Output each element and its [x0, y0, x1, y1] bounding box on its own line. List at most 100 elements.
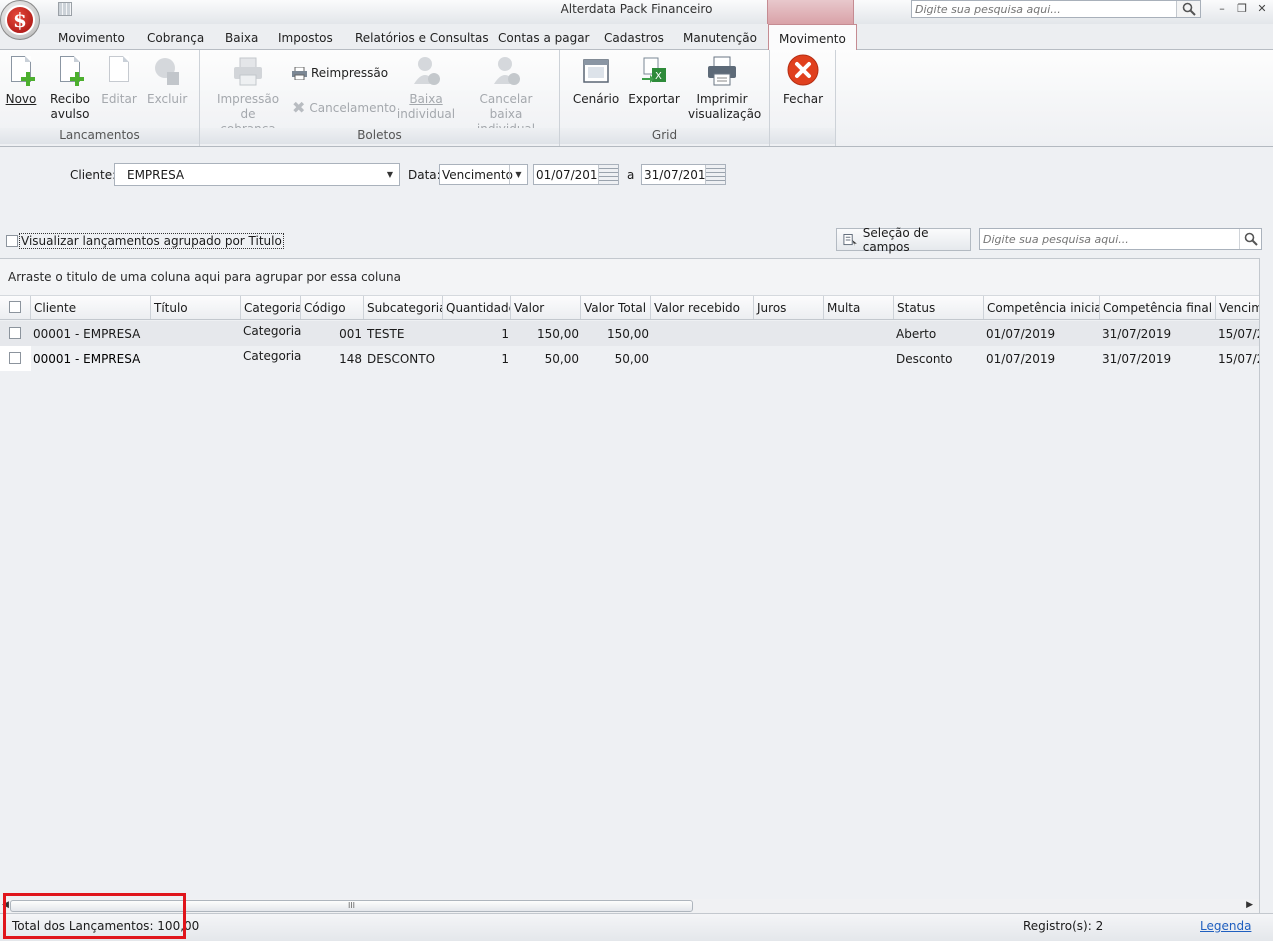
- chevron-down-icon[interactable]: ▼: [381, 164, 399, 185]
- baixa-individual-button[interactable]: Baixa individual: [396, 54, 456, 122]
- table-row[interactable]: 00001 - EMPRESA Categoria 001 TESTE 1 15…: [0, 321, 1259, 346]
- group-by-panel[interactable]: Arraste o titulo de uma coluna aqui para…: [0, 259, 1259, 296]
- cenario-button[interactable]: Cenário: [572, 54, 620, 107]
- reimpressao-button[interactable]: Reimpressão: [292, 66, 388, 80]
- cell-competencia-final: 31/07/2019: [1102, 327, 1172, 341]
- col-header-competencia-inicial[interactable]: Competência inicial: [984, 296, 1100, 319]
- tab-movimento[interactable]: Movimento: [58, 31, 125, 45]
- select-all-checkbox[interactable]: [9, 301, 21, 313]
- baixa-label-1: Baixa: [409, 92, 443, 106]
- date-from-input[interactable]: 01/07/2019: [533, 164, 619, 185]
- printer-icon: [232, 54, 264, 88]
- cancelamento-button[interactable]: ✖ Cancelamento: [292, 98, 396, 117]
- user-check-icon: [410, 54, 442, 88]
- tab-cadastros[interactable]: Cadastros: [604, 31, 664, 45]
- row-checkbox[interactable]: [9, 327, 21, 339]
- exportar-button[interactable]: X Exportar: [628, 54, 680, 107]
- calendar-icon[interactable]: [598, 165, 618, 184]
- col-header-status[interactable]: Status: [894, 296, 984, 319]
- search-icon[interactable]: [1239, 229, 1261, 249]
- tab-cobranca[interactable]: Cobrança: [147, 31, 204, 45]
- novo-label: Novo: [5, 92, 37, 106]
- group-label-lancamentos: Lancamentos: [0, 128, 199, 144]
- imprimir-visualizacao-button[interactable]: Imprimir visualização: [688, 54, 762, 122]
- field-selection-label: Seleção de campos: [862, 225, 929, 254]
- close-circle-icon: [787, 54, 819, 88]
- group-lancamentos: Novo Recibo avulso Editar Excluir Lancam…: [0, 50, 200, 146]
- col-header-titulo[interactable]: Título: [151, 296, 241, 319]
- col-header-valor-recebido[interactable]: Valor recebido: [651, 296, 754, 319]
- top-search-input[interactable]: [912, 1, 1176, 17]
- tab-relatorios[interactable]: Relatórios e Consultas: [355, 31, 489, 45]
- date-separator: a: [627, 168, 635, 182]
- imprimir-label-2: visualização: [688, 107, 762, 121]
- novo-button[interactable]: Novo: [4, 54, 38, 107]
- highlight-annotation: [3, 893, 186, 939]
- col-header-valor[interactable]: Valor: [511, 296, 581, 319]
- edit-document-icon: [103, 54, 135, 88]
- cell-competencia-inicial: 01/07/2019: [986, 352, 1056, 366]
- close-icon[interactable]: ✕: [1255, 2, 1269, 15]
- recibo-avulso-button[interactable]: Recibo avulso: [48, 54, 92, 122]
- date-to-input[interactable]: 31/07/2019: [641, 164, 726, 185]
- registros-count: Registro(s): 2: [1023, 919, 1104, 933]
- table-row[interactable]: 00001 - EMPRESA Categoria 148 DESCONTO 1…: [0, 346, 1259, 371]
- chevron-down-icon[interactable]: ▼: [509, 165, 527, 184]
- field-selection-button[interactable]: Seleção de campos: [836, 225, 971, 254]
- col-header-subcategoria[interactable]: Subcategoria: [364, 296, 443, 319]
- minimize-icon[interactable]: –: [1215, 2, 1229, 15]
- horizontal-scrollbar[interactable]: ◀ III ▶: [0, 899, 1259, 913]
- calendar-icon[interactable]: [705, 165, 725, 184]
- tab-manutencao[interactable]: Manutenção: [683, 31, 757, 45]
- restore-icon[interactable]: ❐: [1235, 2, 1249, 15]
- app-menu-button[interactable]: $: [0, 0, 40, 40]
- row-checkbox[interactable]: [9, 352, 21, 364]
- col-header-competencia-final[interactable]: Competência final: [1100, 296, 1216, 319]
- tab-baixa[interactable]: Baixa: [225, 31, 258, 45]
- group-by-title-checkbox[interactable]: [6, 235, 18, 247]
- cell-valor-recebido: [651, 321, 754, 346]
- col-header-categoria[interactable]: Categoria: [241, 296, 301, 319]
- select-all-cell: [0, 296, 31, 319]
- grid-search-input[interactable]: [980, 229, 1238, 249]
- tab-movimento-active[interactable]: Movimento: [768, 24, 857, 51]
- editar-button[interactable]: Editar: [100, 54, 138, 107]
- baixa-label-2: individual: [396, 107, 456, 121]
- impressao-label-1: Impressão: [216, 92, 280, 106]
- col-header-juros[interactable]: Juros: [754, 296, 824, 319]
- cancelar-baixa-button[interactable]: Cancelar baixa individual: [464, 54, 548, 137]
- search-icon[interactable]: [1176, 1, 1200, 17]
- col-header-quantidade[interactable]: Quantidade: [443, 296, 511, 319]
- scroll-right-icon[interactable]: ▶: [1246, 900, 1253, 910]
- data-type-select[interactable]: Vencimento ▼: [439, 164, 528, 185]
- group-label-fechar: [770, 128, 835, 144]
- fechar-button[interactable]: Fechar: [782, 54, 824, 107]
- legenda-link[interactable]: Legenda: [1200, 919, 1251, 933]
- group-by-title-label[interactable]: Visualizar lançamentos agrupado por Titu…: [19, 233, 284, 249]
- cliente-select[interactable]: EMPRESA ▼: [114, 163, 400, 186]
- impressao-cobranca-button[interactable]: Impressão de cobrança: [212, 54, 284, 137]
- ribbon-tabs: Movimento Cobrança Baixa Impostos Relató…: [0, 24, 1273, 51]
- col-header-multa[interactable]: Multa: [824, 296, 894, 319]
- cancelamento-label: Cancelamento: [309, 100, 397, 115]
- cliente-label: Cliente:: [70, 168, 117, 182]
- col-header-vencimento[interactable]: Vencim: [1216, 296, 1259, 319]
- excluir-button[interactable]: Excluir: [147, 54, 187, 107]
- fechar-label: Fechar: [782, 92, 824, 106]
- cell-juros: [754, 346, 824, 371]
- group-fechar: Fechar: [770, 50, 836, 146]
- exportar-label: Exportar: [628, 92, 680, 106]
- cell-categoria: Categoria: [243, 324, 301, 338]
- tab-contas-a-pagar[interactable]: Contas a pagar: [498, 31, 590, 45]
- col-header-valor-total[interactable]: Valor Total: [581, 296, 651, 319]
- col-header-cliente[interactable]: Cliente: [31, 296, 151, 319]
- grid-search-box[interactable]: [979, 228, 1262, 250]
- tab-impostos[interactable]: Impostos: [278, 31, 333, 45]
- top-search-box[interactable]: [911, 0, 1201, 18]
- col-header-codigo[interactable]: Código: [301, 296, 364, 319]
- receipt-add-icon: [54, 54, 86, 88]
- cell-quantidade: 1: [501, 352, 509, 366]
- window-scenario-icon: [580, 54, 612, 88]
- group-label-boletos: Boletos: [200, 128, 559, 144]
- x-cancel-icon: ✖: [292, 98, 306, 117]
